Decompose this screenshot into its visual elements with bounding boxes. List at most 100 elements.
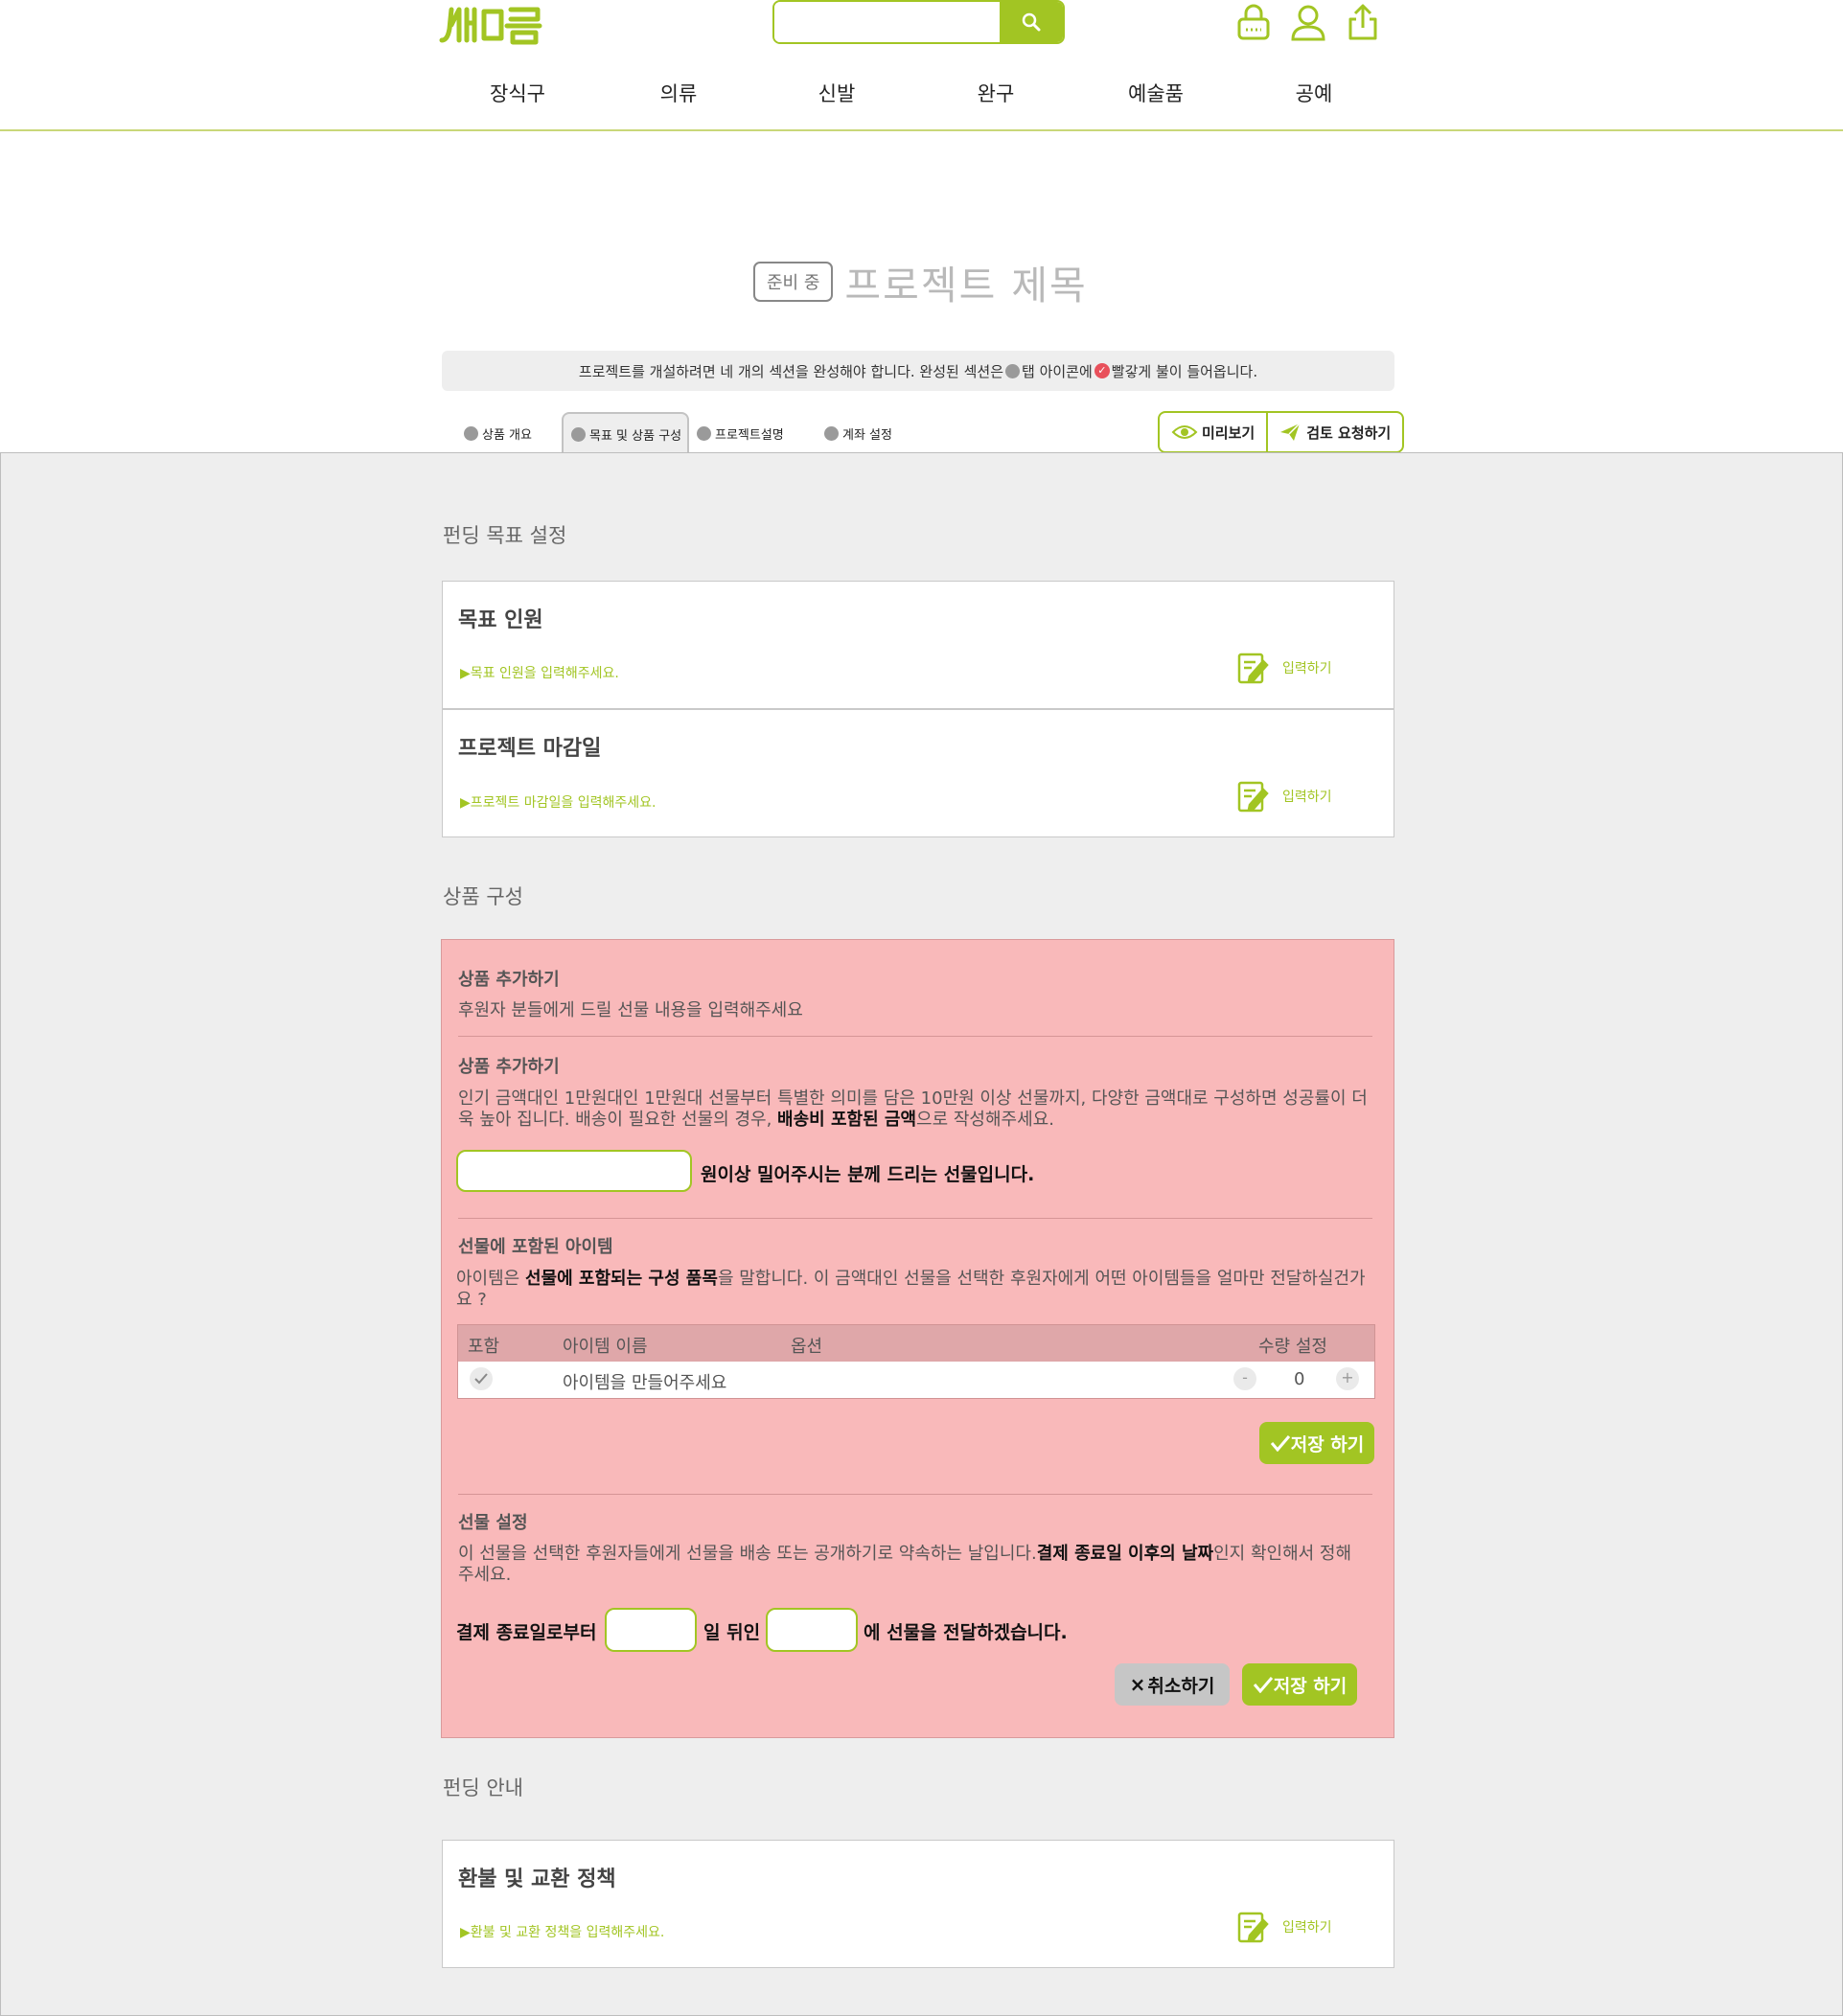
check-icon (1253, 1677, 1273, 1693)
enter-label: 입력하기 (1282, 790, 1332, 805)
edit-note-icon (1237, 1912, 1269, 1943)
project-actions: 미리보기 검토 요청하기 (1158, 411, 1405, 453)
enter-button[interactable]: 입력하기 (1236, 779, 1332, 813)
items-table: 포함 아이템 이름 옵션 수량 설정 아이템을 만들어주세요 - 0 + (457, 1324, 1375, 1399)
site-header: 장식구 의류 신발 완구 예술품 공예 (0, 0, 1843, 131)
enter-button[interactable]: 입력하기 (1236, 651, 1332, 685)
enter-label: 입력하기 (1282, 1920, 1332, 1936)
product-section-title: 상품 구성 (443, 885, 523, 908)
add-product-desc-2: 인기 금액대인 1만원대인 1만원대 선물부터 특별한 의미를 담은 10만원 … (458, 1088, 1368, 1130)
search-bar (772, 0, 1065, 44)
search-icon (1022, 12, 1041, 32)
tab-label: 상품 개요 (482, 427, 532, 443)
quantity-minus-button[interactable]: - (1233, 1367, 1256, 1390)
funding-goal-title: 펀딩 목표 설정 (443, 524, 567, 547)
status-badge: 준비 중 (753, 262, 834, 302)
tab-label: 프로젝트설명 (715, 427, 784, 443)
nav-item-art[interactable]: 예술품 (1098, 79, 1213, 107)
nav-item-crafts[interactable]: 공예 (1256, 79, 1371, 107)
col-option: 옵션 (791, 1337, 823, 1357)
search-button[interactable] (1000, 2, 1063, 42)
status-dot-icon (697, 425, 711, 441)
card-hint: ▶프로젝트 마감일을 입력해주세요. (460, 795, 657, 811)
cancel-label: 취소하기 (1147, 1675, 1215, 1697)
close-icon: × (1129, 1673, 1146, 1696)
notice-text-1: 프로젝트를 개설하려면 네 개의 섹션을 완성해야 합니다. 완성된 섹션은 (578, 362, 1004, 380)
divider (458, 1218, 1372, 1219)
save-label: 저장 하기 (1290, 1433, 1365, 1455)
share-icon[interactable] (1343, 2, 1383, 42)
preview-button[interactable]: 미리보기 (1160, 413, 1266, 451)
card-heading: 목표 인원 (458, 608, 543, 632)
table-header: 포함 아이템 이름 옵션 수량 설정 (458, 1325, 1374, 1362)
tab-account-settings[interactable]: 계좌 설정 (822, 412, 892, 454)
status-dot-icon (571, 426, 586, 442)
user-icon[interactable] (1288, 2, 1328, 42)
divider (458, 1036, 1372, 1037)
amount-suffix: 원이상 밀어주시는 분께 드리는 선물입니다. (701, 1164, 1035, 1185)
card-hint: ▶환불 및 교환 정책을 입력해주세요. (460, 1925, 665, 1940)
preview-label: 미리보기 (1202, 424, 1256, 442)
gift-date-input[interactable] (766, 1608, 858, 1652)
tab-label: 목표 및 상품 구성 (589, 428, 682, 444)
save-items-button[interactable]: 저장 하기 (1259, 1422, 1374, 1464)
col-quantity: 수량 설정 (1258, 1337, 1327, 1357)
card-heading: 프로젝트 마감일 (458, 737, 602, 761)
check-icon (474, 1373, 488, 1385)
section-notice: 프로젝트를 개설하려면 네 개의 섹션을 완성해야 합니다. 완성된 섹션은 탭… (442, 351, 1394, 391)
nav-item-toys[interactable]: 완구 (938, 79, 1053, 107)
gift-mid: 일 뒤인 (703, 1622, 761, 1643)
card-hint: ▶목표 인원을 입력해주세요. (460, 666, 619, 681)
review-label: 검토 요청하기 (1306, 424, 1392, 442)
tab-project-description[interactable]: 프로젝트설명 (695, 412, 784, 454)
gift-suffix: 에 선물을 전달하겠습니다. (864, 1622, 1068, 1643)
include-checkbox[interactable] (470, 1367, 493, 1390)
nav-item-shoes[interactable]: 신발 (779, 79, 894, 107)
paper-plane-icon (1280, 423, 1301, 441)
edit-note-icon (1237, 781, 1269, 813)
check-badge-icon: ✓ (1094, 363, 1110, 378)
status-dot-icon (464, 425, 478, 441)
search-input[interactable] (774, 2, 1000, 42)
project-title-row: 준비 중 프로젝트 제목 (753, 257, 1088, 309)
tab-label: 계좌 설정 (842, 427, 892, 443)
nav-item-clothing[interactable]: 의류 (621, 79, 736, 107)
notice-text-2: 탭 아이콘에 (1022, 362, 1093, 380)
edit-note-icon (1237, 653, 1269, 684)
quantity-plus-button[interactable]: + (1336, 1367, 1359, 1390)
cancel-button[interactable]: × 취소하기 (1115, 1663, 1230, 1706)
table-row: 아이템을 만들어주세요 - 0 + (458, 1362, 1374, 1398)
save-label: 저장 하기 (1273, 1675, 1348, 1697)
lock-icon[interactable] (1233, 2, 1274, 42)
gift-heading: 선물 설정 (458, 1513, 528, 1533)
add-product-desc: 후원자 분들에게 드릴 선물 내용을 입력해주세요 (458, 1000, 803, 1020)
gift-desc: 이 선물을 선택한 후원자들에게 선물을 배송 또는 공개하기로 약속하는 날입… (458, 1544, 1352, 1585)
item-name-cell: 아이템을 만들어주세요 (563, 1373, 727, 1393)
enter-button[interactable]: 입력하기 (1236, 1910, 1332, 1944)
notice-text-3: 빨갛게 불이 들어옵니다. (1111, 362, 1258, 380)
quantity-value: 0 (1294, 1369, 1305, 1389)
site-logo[interactable] (438, 2, 543, 48)
card-heading: 환불 및 교환 정책 (458, 1867, 616, 1891)
items-desc: 아이템은 선물에 포함되는 구성 품목을 말합니다. 이 금액대인 선물을 선택… (456, 1269, 1366, 1310)
check-icon (1270, 1435, 1290, 1452)
eye-icon (1171, 425, 1198, 439)
gray-dot-icon (1005, 363, 1021, 378)
col-include: 포함 (468, 1337, 500, 1357)
nav-item-accessories[interactable]: 장식구 (460, 79, 575, 107)
goal-people-card: 목표 인원 ▶목표 인원을 입력해주세요. 입력하기 (442, 581, 1394, 709)
category-nav: 장식구 의류 신발 완구 예술품 공예 (0, 79, 1843, 117)
refund-policy-card: 환불 및 교환 정책 ▶환불 및 교환 정책을 입력해주세요. 입력하기 (442, 1840, 1394, 1968)
reward-amount-input[interactable] (456, 1150, 692, 1192)
divider (458, 1494, 1372, 1495)
add-product-heading: 상품 추가하기 (458, 970, 560, 990)
gift-days-input[interactable] (605, 1608, 697, 1652)
review-request-button[interactable]: 검토 요청하기 (1266, 413, 1402, 451)
product-form: 상품 추가하기 후원자 분들에게 드릴 선물 내용을 입력해주세요 상품 추가하… (441, 939, 1394, 1738)
enter-label: 입력하기 (1282, 661, 1332, 676)
page-title[interactable]: 프로젝트 제목 (844, 253, 1087, 310)
save-gift-button[interactable]: 저장 하기 (1242, 1663, 1357, 1706)
tab-product-overview[interactable]: 상품 개요 (462, 412, 532, 454)
tab-goal-product[interactable]: 목표 및 상품 구성 (562, 412, 690, 454)
deadline-card: 프로젝트 마감일 ▶프로젝트 마감일을 입력해주세요. 입력하기 (442, 709, 1394, 837)
